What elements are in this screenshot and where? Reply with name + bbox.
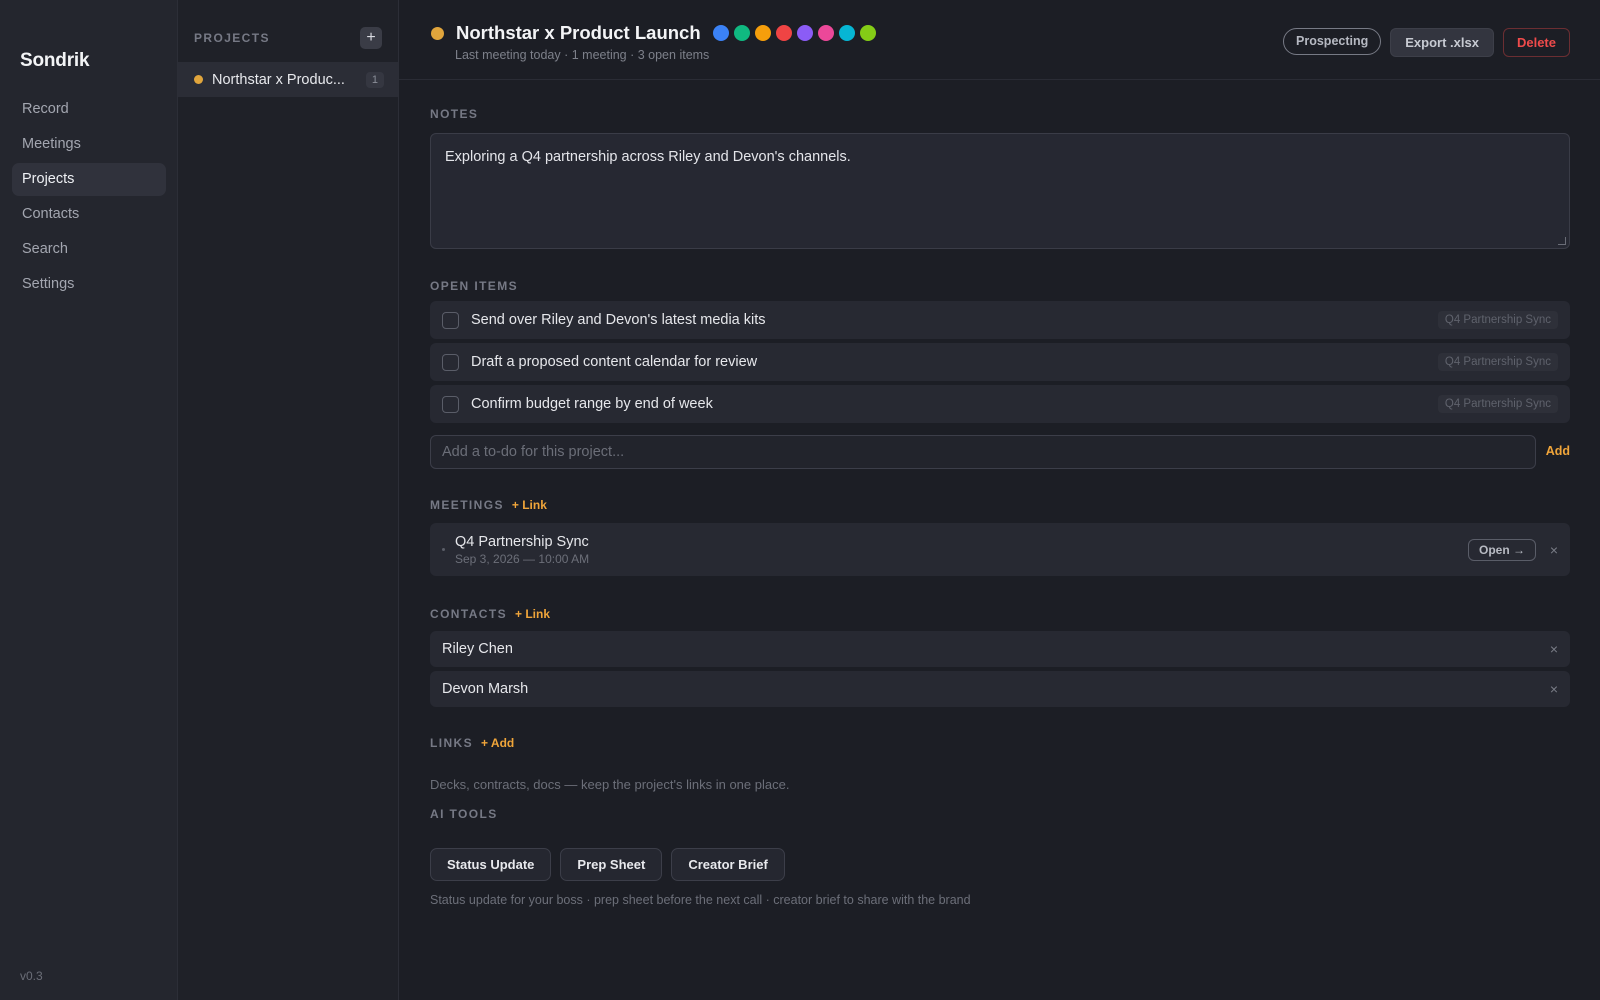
contact-item[interactable]: Riley Chen × [430,631,1570,667]
add-link-button[interactable]: + Add [481,736,514,750]
project-meeting-count: 1 [365,71,384,88]
todo-checkbox[interactable] [442,353,459,371]
projects-header: PROJECTS + [194,26,382,50]
project-header: Northstar x Product Launch Last meeting … [399,0,1600,80]
contact-name: Devon Marsh [442,681,529,697]
project-list-item-name: Northstar x Produc... [212,71,345,88]
todo-item: Send over Riley and Devon's latest media… [430,301,1570,339]
creator-brief-button[interactable]: Creator Brief [671,848,785,881]
meeting-title: Q4 Partnership Sync [455,533,589,550]
color-picker [712,25,876,41]
meeting-bullet-icon [442,548,445,551]
open-items-section-header: OPEN ITEMS [430,279,518,293]
project-color-indicator [431,26,444,40]
resize-handle-icon[interactable] [1558,237,1566,245]
ai-tools-section-header: AI TOOLS [430,807,498,821]
todo-text: Send over Riley and Devon's latest media… [471,312,766,328]
color-swatch-lime[interactable] [859,25,876,41]
close-icon[interactable]: × [1548,641,1560,657]
todo-checkbox[interactable] [442,311,459,329]
app-sidebar: Sondrik Record Meetings Projects Contact… [0,0,178,1000]
add-todo-input[interactable] [430,435,1536,469]
todo-text: Draft a proposed content calendar for re… [471,354,758,370]
project-list-item[interactable]: Northstar x Produc... 1 [178,62,398,97]
header-actions: Prospecting Export .xlsx Delete [1283,28,1570,57]
status-update-button[interactable]: Status Update [430,848,552,881]
contacts-section-header: CONTACTS + Link [430,607,550,621]
contact-name: Riley Chen [442,641,513,657]
status-badge[interactable]: Prospecting [1283,28,1382,55]
projects-panel: PROJECTS + Northstar x Produc... 1 [178,0,399,1000]
meeting-date: Sep 3, 2026 — 10:00 AM [455,551,590,566]
todo-item: Confirm budget range by end of week Q4 P… [430,385,1570,423]
prep-sheet-button[interactable]: Prep Sheet [560,848,663,881]
ai-tools-buttons: Status Update Prep Sheet Creator Brief [430,848,785,881]
close-icon[interactable]: × [1548,681,1560,697]
ai-tools-hint: Status update for your boss · prep sheet… [430,893,971,907]
nav-item-settings[interactable]: Settings [12,268,166,301]
delete-button[interactable]: Delete [1502,28,1570,57]
color-swatch-red[interactable] [775,25,792,41]
meeting-info: Q4 Partnership Sync Sep 3, 2026 — 10:00 … [455,534,1468,566]
nav-menu: Record Meetings Projects Contacts Search… [12,93,166,303]
todo-text: Confirm budget range by end of week [471,396,713,412]
app-version: v0.3 [20,969,43,983]
export-button[interactable]: Export .xlsx [1390,28,1494,57]
open-meeting-button[interactable]: Open → [1467,538,1536,561]
nav-item-projects[interactable]: Projects [12,163,166,196]
notes-heading: NOTES [430,107,479,121]
meetings-heading: MEETINGS [430,498,504,512]
close-icon[interactable]: × [1548,542,1560,558]
todo-meeting-tag: Q4 Partnership Sync [1437,353,1558,371]
link-contact-button[interactable]: + Link [515,607,550,621]
links-section-header: LINKS + Add [430,736,514,750]
add-todo-button[interactable]: Add [1546,444,1570,458]
project-title-row: Northstar x Product Launch [431,22,876,44]
todo-meeting-tag: Q4 Partnership Sync [1437,311,1558,329]
todo-checkbox[interactable] [442,395,459,413]
meeting-item: Q4 Partnership Sync Sep 3, 2026 — 10:00 … [430,523,1570,576]
contacts-heading: CONTACTS [430,607,507,621]
page-title: Northstar x Product Launch [456,22,701,43]
todo-item: Draft a proposed content calendar for re… [430,343,1570,381]
links-empty-hint: Decks, contracts, docs — keep the projec… [430,777,790,792]
notes-section-header: NOTES [430,107,478,121]
nav-item-record[interactable]: Record [12,93,166,126]
notes-textarea[interactable]: Exploring a Q4 partnership across Riley … [430,133,1570,249]
open-items-heading: OPEN ITEMS [430,279,519,293]
contact-item[interactable]: Devon Marsh × [430,671,1570,707]
color-swatch-cyan[interactable] [838,25,855,41]
app-logo: Sondrik [20,50,90,71]
meetings-section-header: MEETINGS + Link [430,498,547,512]
nav-item-search[interactable]: Search [12,233,166,266]
color-swatch-green[interactable] [733,25,750,41]
project-detail: Northstar x Product Launch Last meeting … [399,0,1600,1000]
plus-icon[interactable]: + [360,27,382,49]
link-meeting-button[interactable]: + Link [512,498,547,512]
ai-tools-heading: AI TOOLS [430,807,498,821]
nav-item-contacts[interactable]: Contacts [12,198,166,231]
links-heading: LINKS [430,736,473,750]
todo-meeting-tag: Q4 Partnership Sync [1437,395,1558,413]
color-swatch-purple[interactable] [796,25,813,41]
notes-text: Exploring a Q4 partnership across Riley … [445,149,851,165]
nav-item-meetings[interactable]: Meetings [12,128,166,161]
project-subtitle: Last meeting today · 1 meeting · 3 open … [455,48,710,62]
color-swatch-pink[interactable] [817,25,834,41]
color-swatch-blue[interactable] [712,25,729,41]
color-swatch-amber[interactable] [754,25,771,41]
project-color-dot [194,75,203,84]
projects-heading: PROJECTS [194,31,270,45]
